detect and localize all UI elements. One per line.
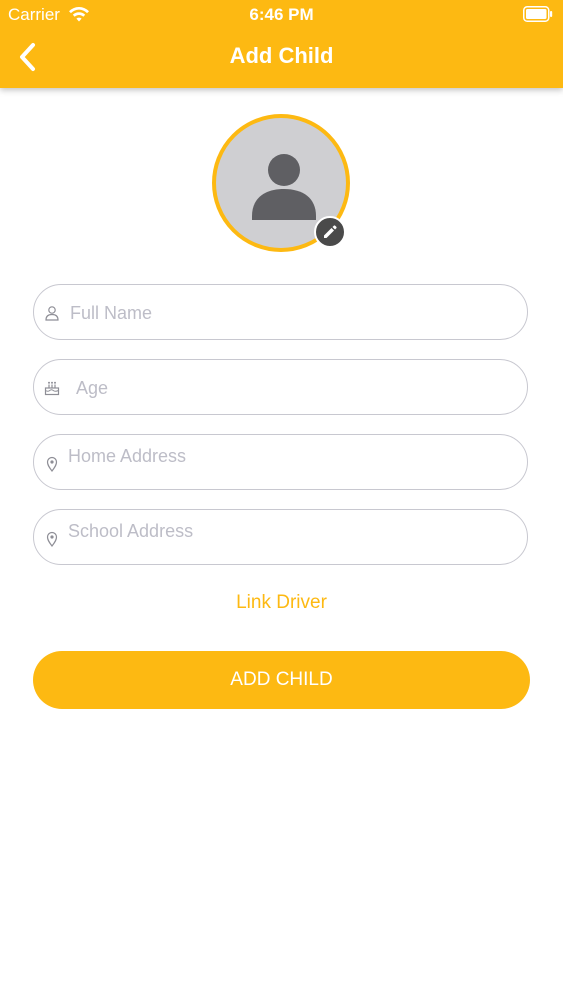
battery-icon [523,6,553,22]
age-field[interactable]: Age [33,359,528,415]
user-icon [45,306,59,321]
birthday-cake-icon [44,381,60,396]
status-time: 6:46 PM [249,5,314,24]
avatar-picker[interactable] [212,114,350,252]
app-header: Carrier 6:46 PM Add Child [0,0,563,88]
school-address-placeholder: School Address [68,521,194,541]
pencil-icon [324,225,337,238]
location-pin-icon [46,456,58,472]
location-pin-icon [46,531,58,547]
age-placeholder: Age [76,378,109,398]
school-address-field[interactable]: School Address [33,509,528,565]
home-address-placeholder: Home Address [68,446,187,466]
page-title: Add Child [229,43,334,68]
home-address-field[interactable]: Home Address [33,434,528,490]
edit-avatar-button[interactable] [314,216,346,248]
add-child-button-label: ADD CHILD [230,669,333,690]
link-driver-link[interactable]: Link Driver [0,592,563,614]
full-name-placeholder: Full Name [70,303,153,323]
full-name-field[interactable]: Full Name [33,284,528,340]
add-child-button[interactable]: ADD CHILD [33,651,530,709]
